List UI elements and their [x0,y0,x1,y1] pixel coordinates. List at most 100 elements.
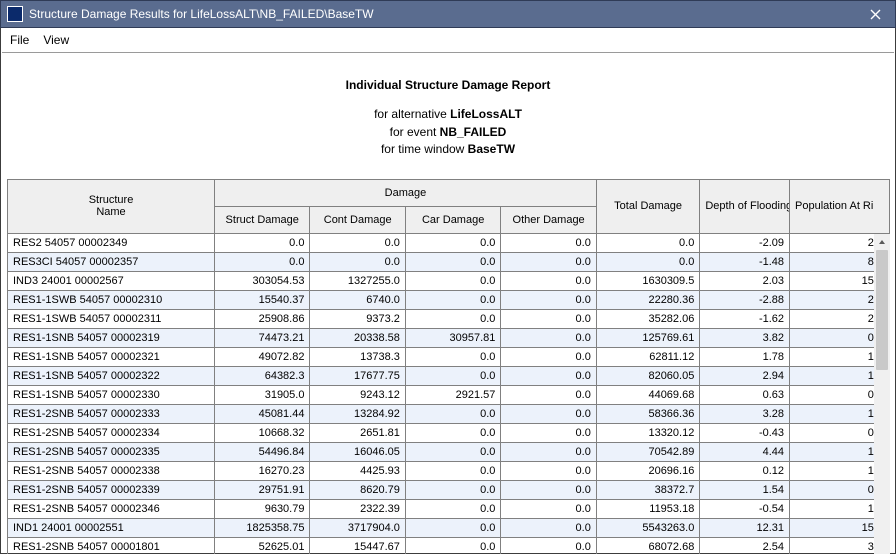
cell-car[interactable]: 0.0 [405,404,500,423]
cell-other[interactable]: 0.0 [501,309,596,328]
cell-other[interactable]: 0.0 [501,366,596,385]
col-damage-group[interactable]: Damage [215,179,597,206]
col-other-damage[interactable]: Other Damage [501,206,596,233]
cell-other[interactable]: 0.0 [501,347,596,366]
cell-struct[interactable]: 31905.0 [215,385,310,404]
col-structure-name[interactable]: Structure Name [8,179,215,233]
cell-cont[interactable]: 6740.0 [310,290,405,309]
col-depth[interactable]: Depth of Flooding [700,179,790,233]
cell-car[interactable]: 0.0 [405,309,500,328]
cell-other[interactable]: 0.0 [501,404,596,423]
cell-cont[interactable]: 17677.75 [310,366,405,385]
cell-struct[interactable]: 49072.82 [215,347,310,366]
table-row[interactable]: RES1-1SNB 54057 0000232149072.8213738.3 0… [8,347,889,366]
cell-depth[interactable]: 0.63 [700,385,790,404]
cell-name[interactable]: RES1-2SNB 54057 00002335 [8,442,215,461]
cell-other[interactable]: 0.0 [501,252,596,271]
cell-other[interactable]: 0.0 [501,499,596,518]
scroll-thumb[interactable] [876,250,888,370]
menu-file[interactable]: File [10,33,29,47]
cell-car[interactable]: 0.0 [405,537,500,554]
cell-cont[interactable]: 2322.39 [310,499,405,518]
cell-name[interactable]: RES1-1SNB 54057 00002330 [8,385,215,404]
cell-name[interactable]: RES1-1SNB 54057 00002322 [8,366,215,385]
cell-struct[interactable]: 45081.44 [215,404,310,423]
cell-cont[interactable]: 1327255.0 [310,271,405,290]
cell-struct[interactable]: 29751.91 [215,480,310,499]
cell-depth[interactable]: 2.03 [700,271,790,290]
cell-other[interactable]: 0.0 [501,328,596,347]
cell-car[interactable]: 2921.57 [405,385,500,404]
cell-struct[interactable]: 9630.79 [215,499,310,518]
cell-struct[interactable]: 15540.37 [215,290,310,309]
cell-car[interactable]: 0.0 [405,518,500,537]
cell-depth[interactable]: -2.88 [700,290,790,309]
cell-other[interactable]: 0.0 [501,537,596,554]
cell-depth[interactable]: 4.44 [700,442,790,461]
cell-cont[interactable]: 16046.05 [310,442,405,461]
cell-car[interactable]: 0.0 [405,423,500,442]
cell-name[interactable]: RES1-2SNB 54057 00002339 [8,480,215,499]
menu-view[interactable]: View [43,33,69,47]
cell-other[interactable]: 0.0 [501,385,596,404]
cell-struct[interactable]: 0.0 [215,252,310,271]
cell-cont[interactable]: 20338.58 [310,328,405,347]
cell-cont[interactable]: 13738.3 [310,347,405,366]
table-row[interactable]: RES3CI 54057 000023570.00.00.00.00.0-1.4… [8,252,889,271]
cell-depth[interactable]: 3.28 [700,404,790,423]
cell-car[interactable]: 0.0 [405,442,500,461]
cell-cont[interactable]: 3717904.0 [310,518,405,537]
cell-depth[interactable]: 2.54 [700,537,790,554]
cell-total[interactable]: 13320.12 [596,423,700,442]
table-row[interactable]: RES2 54057 000023490.00.00.00.00.0-2.092… [8,233,889,252]
vertical-scrollbar[interactable] [874,234,890,554]
cell-name[interactable]: IND3 24001 00002567 [8,271,215,290]
cell-total[interactable]: 22280.36 [596,290,700,309]
cell-struct[interactable]: 10668.32 [215,423,310,442]
cell-car[interactable]: 30957.81 [405,328,500,347]
cell-other[interactable]: 0.0 [501,290,596,309]
cell-name[interactable]: RES1-2SNB 54057 00001801 [8,537,215,554]
col-total-damage[interactable]: Total Damage [596,179,700,233]
cell-name[interactable]: RES1-2SNB 54057 00002338 [8,461,215,480]
cell-other[interactable]: 0.0 [501,518,596,537]
cell-total[interactable]: 58366.36 [596,404,700,423]
cell-struct[interactable]: 0.0 [215,233,310,252]
cell-total[interactable]: 68072.68 [596,537,700,554]
cell-car[interactable]: 0.0 [405,461,500,480]
cell-depth[interactable]: -1.48 [700,252,790,271]
table-row[interactable]: RES1-2SNB 54057 0000233929751.918620.79 0… [8,480,889,499]
cell-name[interactable]: RES1-2SNB 54057 00002334 [8,423,215,442]
cell-struct[interactable]: 52625.01 [215,537,310,554]
cell-depth[interactable]: 2.94 [700,366,790,385]
cell-name[interactable]: RES1-1SNB 54057 00002319 [8,328,215,347]
cell-name[interactable]: RES1-1SWB 54057 00002311 [8,309,215,328]
cell-cont[interactable]: 0.0 [310,233,405,252]
cell-cont[interactable]: 15447.67 [310,537,405,554]
cell-cont[interactable]: 8620.79 [310,480,405,499]
table-row[interactable]: RES1-1SWB 54057 0000231015540.376740.00.… [8,290,889,309]
cell-total[interactable]: 20696.16 [596,461,700,480]
cell-cont[interactable]: 0.0 [310,252,405,271]
cell-name[interactable]: RES1-1SNB 54057 00002321 [8,347,215,366]
cell-other[interactable]: 0.0 [501,480,596,499]
cell-name[interactable]: RES1-2SNB 54057 00002333 [8,404,215,423]
cell-depth[interactable]: 0.12 [700,461,790,480]
cell-car[interactable]: 0.0 [405,499,500,518]
table-row[interactable]: IND1 24001 000025511825358.753717904.00.… [8,518,889,537]
cell-total[interactable]: 1630309.5 [596,271,700,290]
cell-other[interactable]: 0.0 [501,233,596,252]
table-row[interactable]: RES1-2SNB 54057 0000180152625.0115447.67… [8,537,889,554]
cell-total[interactable]: 38372.7 [596,480,700,499]
table-row[interactable]: RES1-1SWB 54057 0000231125908.869373.20.… [8,309,889,328]
cell-other[interactable]: 0.0 [501,423,596,442]
scroll-up-icon[interactable] [874,234,890,250]
cell-cont[interactable]: 9243.12 [310,385,405,404]
cell-depth[interactable]: 3.82 [700,328,790,347]
cell-depth[interactable]: -2.09 [700,233,790,252]
cell-cont[interactable]: 4425.93 [310,461,405,480]
cell-name[interactable]: RES3CI 54057 00002357 [8,252,215,271]
cell-cont[interactable]: 2651.81 [310,423,405,442]
scroll-track[interactable] [874,250,890,554]
table-row[interactable]: RES1-2SNB 54057 0000233345081.4413284.92… [8,404,889,423]
